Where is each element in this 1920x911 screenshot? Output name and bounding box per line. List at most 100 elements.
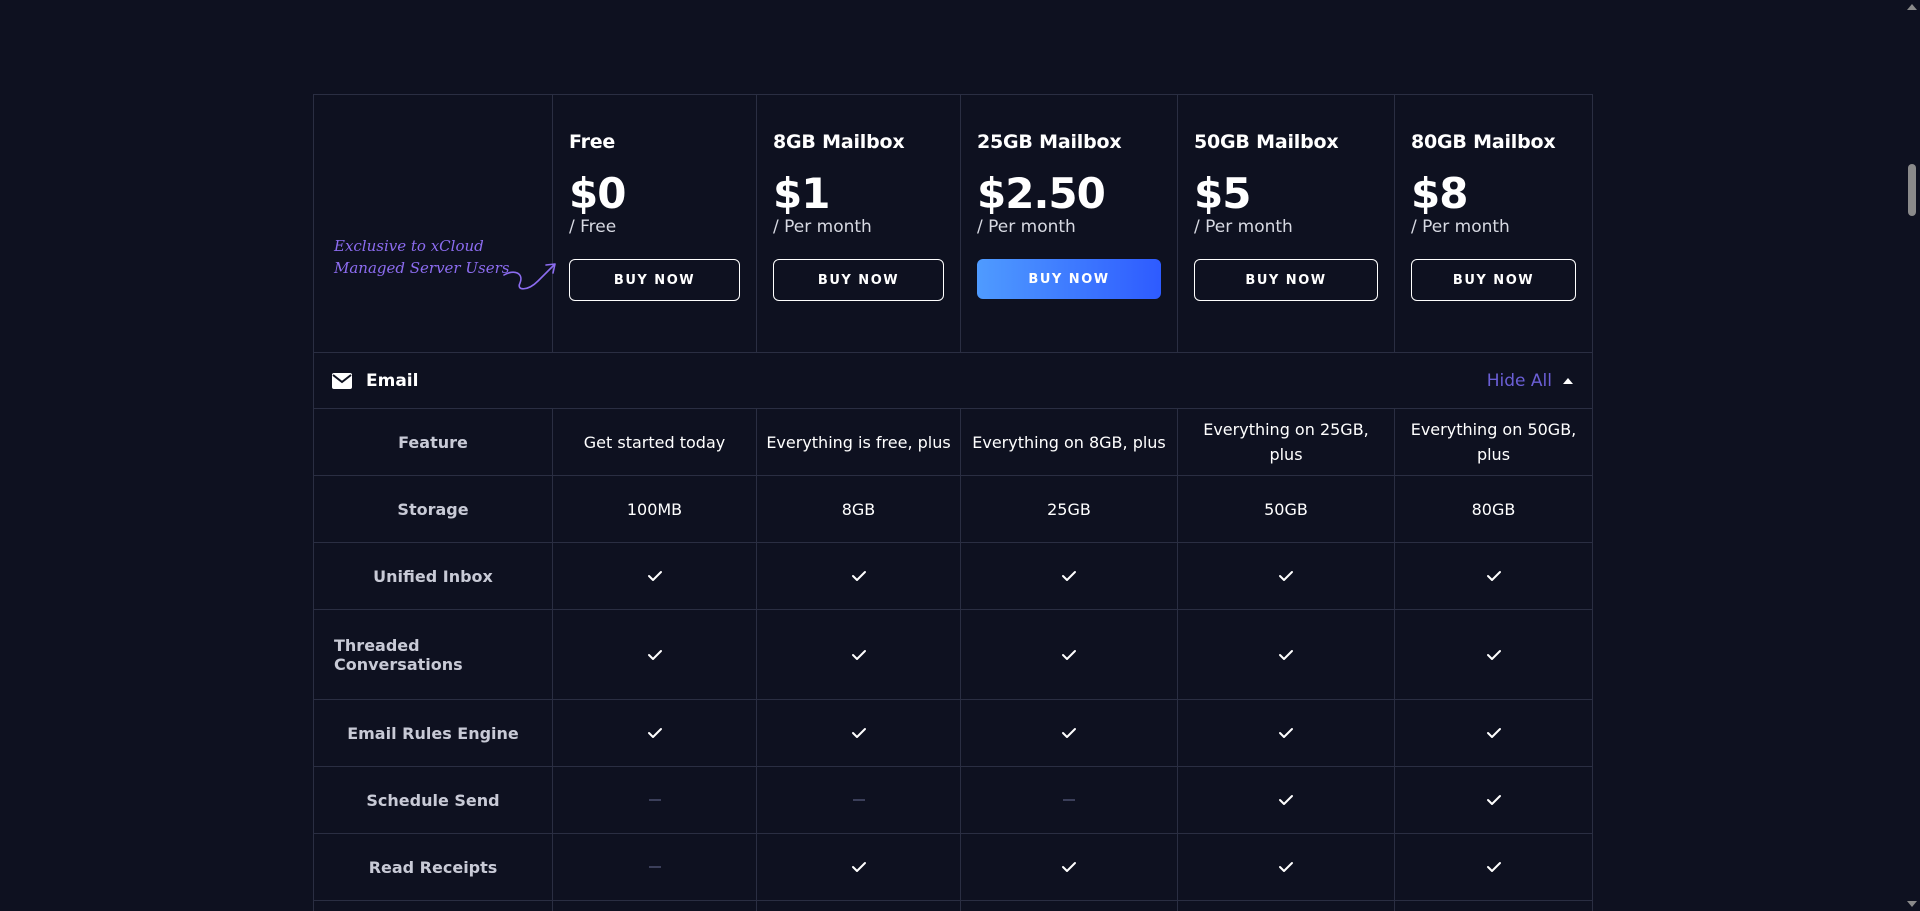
feature-cell: [1177, 610, 1394, 699]
feature-label: Storage: [397, 499, 469, 519]
email-section-header: Email Hide All: [314, 352, 1592, 408]
feature-cell: [756, 543, 960, 609]
hide-all-toggle[interactable]: Hide All: [1487, 371, 1574, 391]
dash-icon: [648, 866, 661, 868]
check-icon: [1279, 728, 1293, 738]
check-icon: [647, 649, 662, 660]
check-icon: [1062, 571, 1076, 581]
exclusive-note: Exclusive to xCloud Managed Server Users: [334, 235, 509, 279]
feature-cell: [1394, 543, 1592, 609]
feature-cell: [1394, 901, 1592, 911]
feature-row: Read Receipts: [314, 833, 1592, 900]
feature-cell: [756, 767, 960, 833]
plan-period: / Per month: [773, 217, 872, 237]
plan-name: 80GB Mailbox: [1411, 131, 1556, 153]
feature-cell: [1394, 834, 1592, 900]
feature-cell: [960, 901, 1177, 911]
feature-cell: Everything on 50GB, plus: [1394, 409, 1592, 475]
feature-cell: [960, 610, 1177, 699]
check-icon: [1062, 728, 1076, 738]
feature-cell: [552, 834, 756, 900]
feature-cell: [960, 834, 1177, 900]
caret-up-icon: [1563, 377, 1573, 384]
feature-cell: Everything on 25GB, plus: [1177, 409, 1394, 475]
feature-cell: [552, 610, 756, 699]
scroll-up-arrow-icon[interactable]: [1907, 4, 1917, 10]
scrollbar-thumb[interactable]: [1908, 164, 1916, 216]
feature-cell: [756, 834, 960, 900]
plan-card: 8GB Mailbox $1 / Per month BUY NOW: [756, 95, 960, 352]
pricing-page: Exclusive to xCloud Managed Server Users…: [0, 0, 1920, 911]
feature-row: Storage 100MB 8GB 25GB 50GB 80GB: [314, 475, 1592, 542]
feature-cell: [756, 610, 960, 699]
buy-now-button[interactable]: BUY NOW: [1194, 259, 1378, 301]
feature-value: Everything is free, plus: [766, 432, 951, 452]
feature-cell: [552, 767, 756, 833]
dash-icon: [1063, 799, 1075, 801]
plan-card: 50GB Mailbox $5 / Per month BUY NOW: [1177, 95, 1394, 352]
feature-cell: [960, 543, 1177, 609]
feature-rows: Feature Get started today Everything is fr…: [314, 408, 1592, 911]
feature-label: Feature: [398, 432, 468, 452]
check-icon: [1486, 728, 1501, 738]
feature-cell: [756, 901, 960, 911]
feature-cell: 50GB: [1177, 476, 1394, 542]
feature-label: [314, 901, 552, 911]
feature-row: Threaded Conversations: [314, 609, 1592, 699]
check-icon: [1062, 649, 1076, 660]
feature-cell: [960, 700, 1177, 766]
feature-cell: [552, 700, 756, 766]
check-icon: [647, 728, 662, 738]
check-icon: [1279, 571, 1293, 581]
feature-cell: [1177, 901, 1394, 911]
feature-cell: [756, 700, 960, 766]
section-title-text: Email: [366, 370, 419, 391]
dash-icon: [852, 799, 865, 801]
plan-card: Free $0 / Free BUY NOW: [552, 95, 756, 352]
buy-now-button[interactable]: BUY NOW: [569, 259, 740, 301]
check-icon: [1486, 862, 1501, 872]
feature-row: Feature Get started today Everything is fr…: [314, 408, 1592, 475]
dash-icon: [648, 799, 661, 801]
feature-cell: 80GB: [1394, 476, 1592, 542]
feature-value: Everything on 8GB, plus: [972, 432, 1166, 452]
pricing-comparison-table: Exclusive to xCloud Managed Server Users…: [313, 94, 1593, 911]
feature-cell: [1177, 700, 1394, 766]
check-icon: [1486, 795, 1501, 805]
feature-label: Unified Inbox: [373, 566, 493, 586]
check-icon: [851, 728, 866, 738]
check-icon: [851, 571, 866, 581]
feature-cell: [1177, 767, 1394, 833]
plan-period: / Per month: [1194, 217, 1293, 237]
scroll-down-arrow-icon[interactable]: [1907, 901, 1917, 907]
feature-cell: [1394, 767, 1592, 833]
plan-price: $0: [569, 169, 626, 218]
buy-now-button[interactable]: BUY NOW: [773, 259, 944, 301]
plans-header-row: Exclusive to xCloud Managed Server Users…: [314, 95, 1592, 352]
feature-row: Email Rules Engine: [314, 699, 1592, 766]
feature-cell: [1177, 834, 1394, 900]
check-icon: [851, 862, 866, 872]
exclusive-note-line1: Exclusive to xCloud: [334, 237, 484, 255]
plan-period: / Per month: [1411, 217, 1510, 237]
feature-cell: [1394, 610, 1592, 699]
exclusive-note-line2: Managed Server Users: [334, 259, 510, 277]
feature-value: 25GB: [1047, 499, 1091, 519]
plan-period: / Free: [569, 217, 617, 237]
buy-now-button[interactable]: BUY NOW: [1411, 259, 1576, 301]
curly-arrow-icon: [503, 263, 556, 290]
feature-cell: [1394, 700, 1592, 766]
hide-all-label: Hide All: [1486, 370, 1552, 391]
feature-value: Everything on 50GB, plus: [1410, 420, 1577, 464]
feature-value: 80GB: [1471, 499, 1516, 519]
page-scrollbar[interactable]: [1904, 0, 1920, 911]
plan-card: 80GB Mailbox $8 / Per month BUY NOW: [1394, 95, 1592, 352]
feature-row: [314, 900, 1592, 911]
plan-name: 8GB Mailbox: [773, 131, 905, 153]
plan-price: $1: [773, 169, 830, 218]
buy-now-button[interactable]: BUY NOW: [977, 259, 1161, 299]
feature-value: Get started today: [583, 432, 726, 452]
check-icon: [1279, 795, 1293, 805]
feature-cell: [1177, 543, 1394, 609]
plan-price: $5: [1194, 169, 1251, 218]
